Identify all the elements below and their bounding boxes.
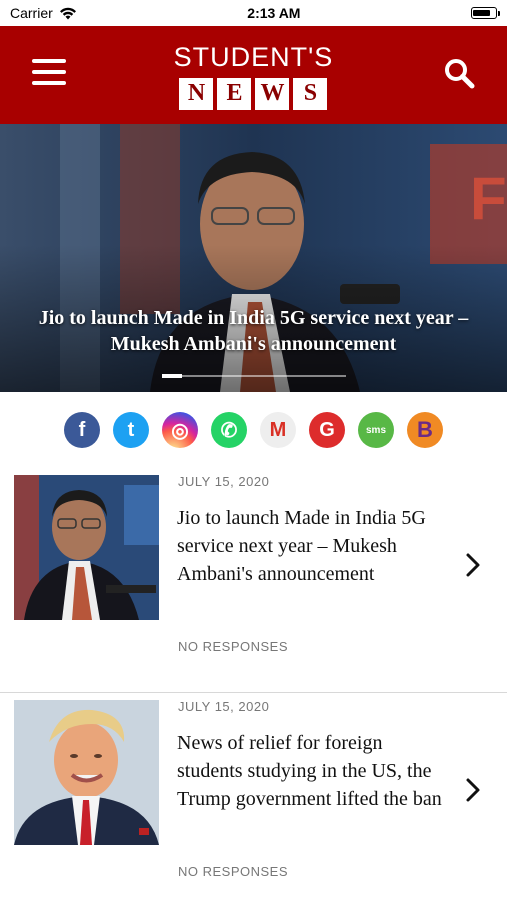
article-title[interactable]: Jio to launch Made in India 5G service n… — [177, 504, 442, 588]
search-icon[interactable] — [441, 56, 477, 92]
twitter-icon[interactable]: t — [113, 412, 149, 448]
app-screen: Carrier 2:13 AM STUDENT'S N E W S Jio to… — [0, 0, 507, 900]
article-thumbnail[interactable] — [14, 475, 159, 620]
brand-letter: S — [293, 77, 328, 110]
article-date: JULY 15, 2020 — [178, 474, 270, 489]
menu-bar — [32, 70, 66, 74]
article-thumbnail[interactable] — [14, 700, 159, 845]
battery-icon — [470, 7, 500, 19]
brand-letter-tiles: N E W S — [179, 77, 328, 110]
app-header: STUDENT'S N E W S — [0, 26, 507, 124]
article-item[interactable]: JULY 15, 2020 News of relief for foreign… — [0, 693, 507, 900]
facebook-icon[interactable]: f — [64, 412, 100, 448]
menu-bar — [32, 59, 66, 63]
brand-letter: W — [255, 77, 290, 110]
google-icon[interactable]: G — [309, 412, 345, 448]
brand-logo[interactable]: STUDENT'S N E W S — [174, 41, 334, 110]
brand-letter: N — [179, 77, 214, 110]
hero-slider[interactable]: F Jio to launch Made in India 5G service… — [0, 124, 507, 392]
article-item[interactable]: JULY 15, 2020 Jio to launch Made in Indi… — [0, 468, 507, 693]
chevron-right-icon[interactable] — [463, 775, 483, 805]
status-bar: Carrier 2:13 AM — [0, 0, 507, 26]
blogger-icon[interactable]: B — [407, 412, 443, 448]
brand-letter: E — [217, 77, 252, 110]
menu-button[interactable] — [32, 59, 66, 85]
article-date: JULY 15, 2020 — [178, 699, 270, 714]
slider-indicator-active — [162, 374, 182, 378]
whatsapp-icon[interactable]: ✆ — [211, 412, 247, 448]
brand-title: STUDENT'S — [173, 41, 334, 72]
sms-icon[interactable]: sms — [358, 412, 394, 448]
chevron-right-icon[interactable] — [463, 550, 483, 580]
article-responses[interactable]: NO RESPONSES — [178, 639, 288, 654]
instagram-icon[interactable]: ◎ — [162, 412, 198, 448]
menu-bar — [32, 81, 66, 85]
status-left: Carrier — [10, 5, 77, 21]
hero-caption[interactable]: Jio to launch Made in India 5G service n… — [0, 305, 507, 357]
gmail-icon[interactable]: M — [260, 412, 296, 448]
article-responses[interactable]: NO RESPONSES — [178, 864, 288, 879]
slider-indicator — [162, 374, 346, 378]
share-row: f t ◎ ✆ M Gsms B — [0, 392, 507, 468]
battery-fill — [473, 9, 491, 16]
wifi-icon — [59, 7, 76, 19]
clock: 2:13 AM — [247, 5, 301, 21]
article-title[interactable]: News of relief for foreign students stud… — [177, 729, 442, 813]
carrier-label: Carrier — [10, 5, 53, 21]
